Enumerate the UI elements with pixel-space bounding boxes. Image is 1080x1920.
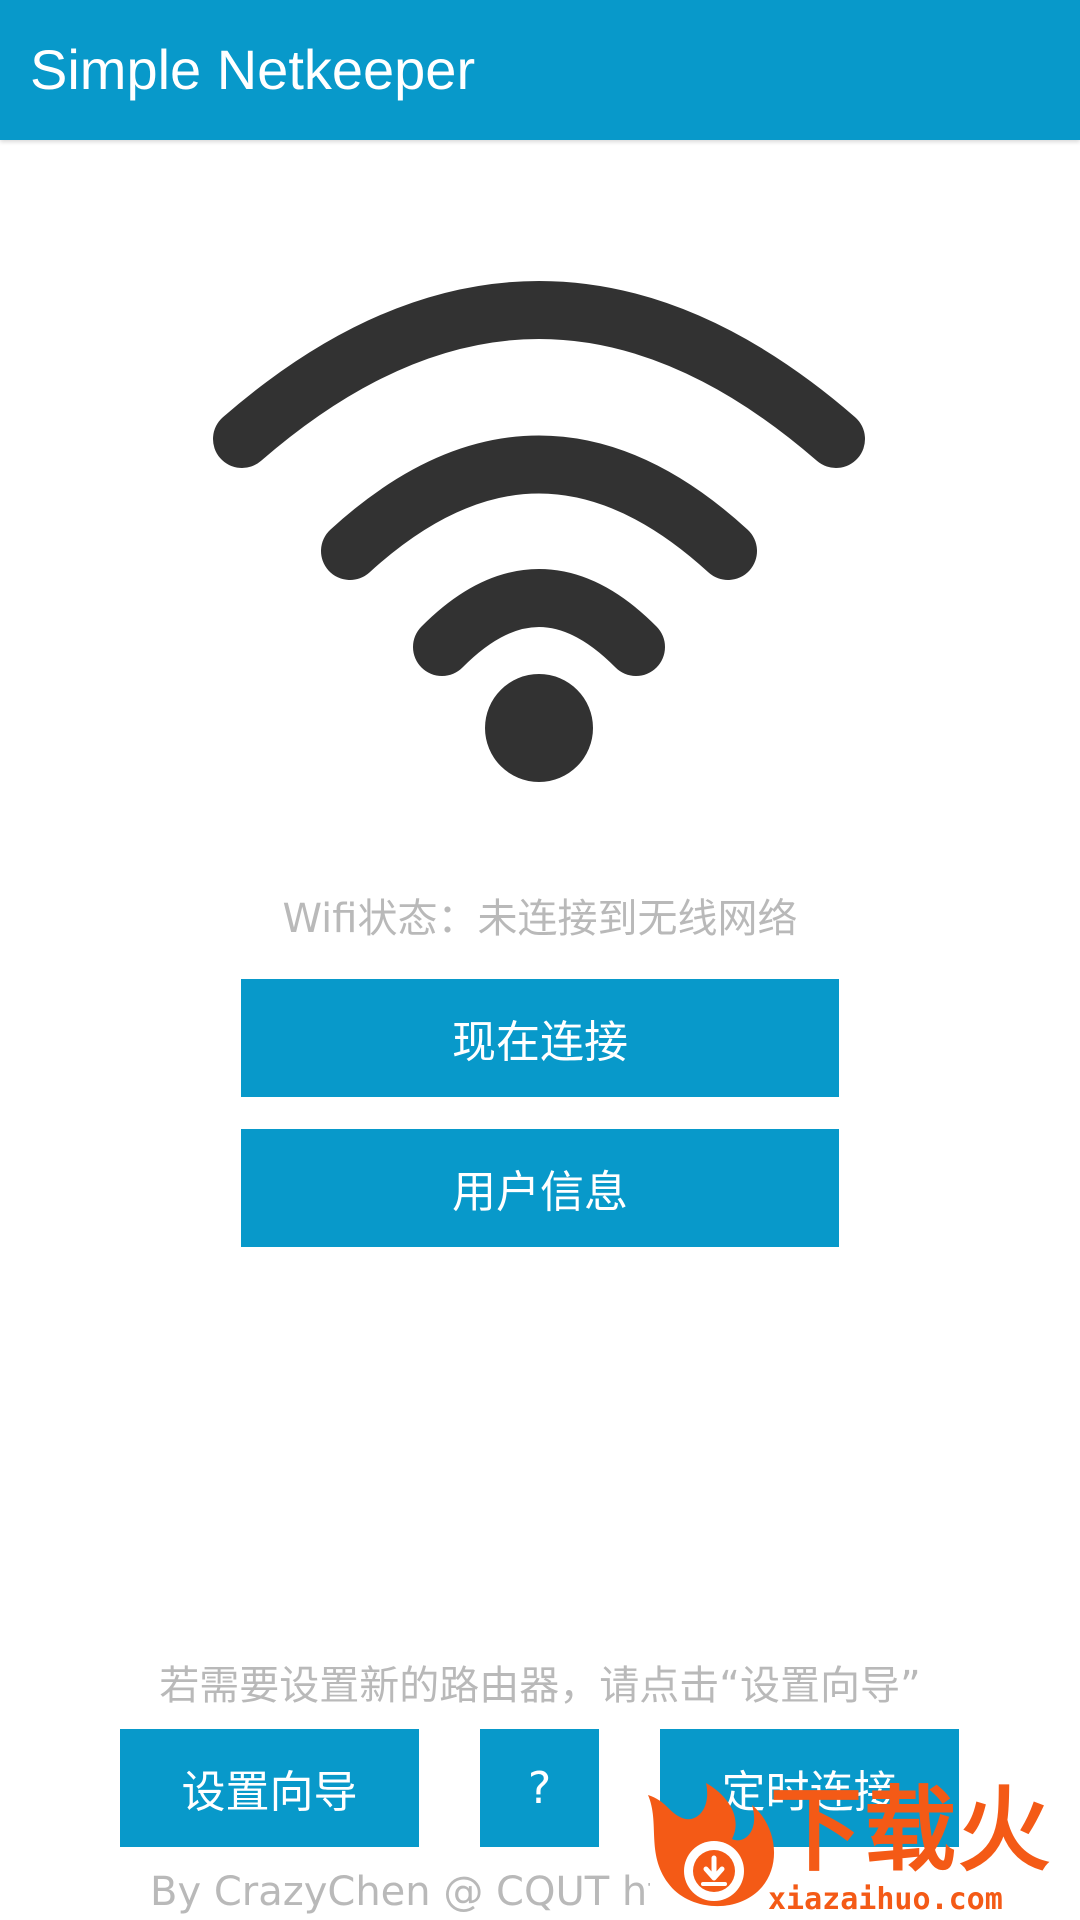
watermark-url: xiazaihuo.com (768, 1882, 1003, 1917)
connect-now-button[interactable]: 现在连接 (241, 979, 839, 1097)
footer-credit: By CrazyChen @ CQUT htt (150, 1869, 650, 1915)
user-info-button[interactable]: 用户信息 (241, 1129, 839, 1247)
setup-hint-text: 若需要设置新的路由器，请点击“设置向导” (159, 1663, 921, 1709)
app-bar: Simple Netkeeper (0, 0, 1080, 140)
app-title: Simple Netkeeper (30, 38, 476, 101)
watermark: 下载火 xiazaihuo.com (640, 1775, 1080, 1920)
app-screen: Simple Netkeeper Wifi状态：未连接到无线网络 现在连接 用户… (0, 0, 1080, 1920)
wifi-arc-middle (321, 435, 757, 580)
wifi-arc-outer (213, 281, 865, 468)
wifi-status-text: Wifi状态：未连接到无线网络 (282, 896, 798, 942)
wifi-dot (485, 674, 593, 782)
setup-wizard-button[interactable]: 设置向导 (120, 1729, 419, 1847)
wifi-arc-inner (413, 569, 665, 676)
watermark-text: 下载火 (770, 1777, 1053, 1884)
help-button[interactable]: ? (480, 1729, 599, 1847)
wifi-icon (213, 281, 865, 782)
